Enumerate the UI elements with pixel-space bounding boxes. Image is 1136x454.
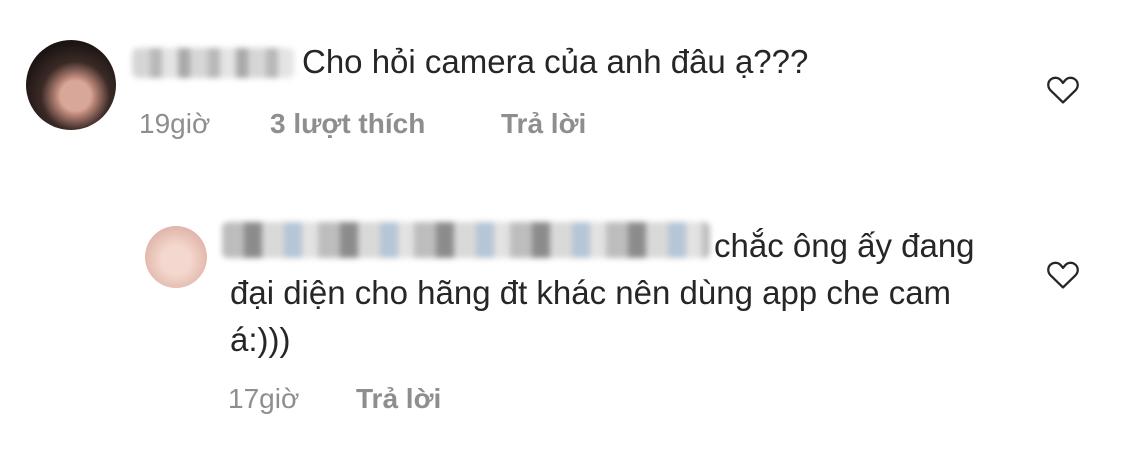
comment-1: Cho hỏi camera của anh đâu ạ??? 19giờ 3 …	[0, 0, 1136, 180]
reply-button[interactable]: Trả lời	[501, 108, 586, 140]
reply-text: chắc ông ấy đang đại diện cho hãng đt kh…	[230, 227, 975, 358]
avatar[interactable]	[145, 226, 207, 288]
like-count[interactable]: 3 lượt thích	[270, 108, 425, 140]
reply-time: 17giờ	[228, 383, 300, 414]
avatar[interactable]	[26, 40, 116, 130]
heart-outline-icon[interactable]	[1046, 258, 1080, 290]
blurred-username[interactable]	[132, 48, 294, 78]
comment-text: Cho hỏi camera của anh đâu ạ???	[302, 43, 809, 80]
reply-button[interactable]: Trả lời	[356, 383, 441, 415]
comment-time: 19giờ	[139, 108, 211, 139]
heart-outline-icon[interactable]	[1046, 73, 1080, 105]
